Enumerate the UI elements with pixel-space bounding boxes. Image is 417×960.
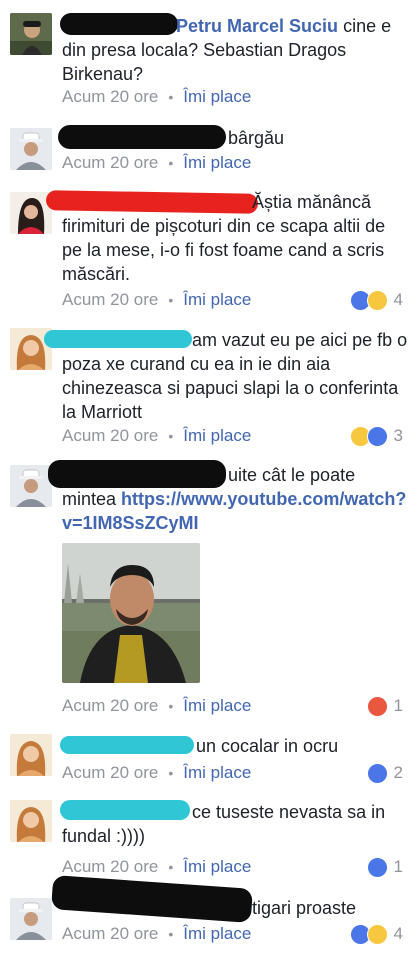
comment-text: Petru Marcel Suciu cine e din presa loca… <box>62 14 410 86</box>
reaction-summary[interactable]: 4 <box>349 923 403 945</box>
reaction-count: 1 <box>393 857 403 876</box>
reaction-summary[interactable]: 1 <box>366 695 403 717</box>
timestamp[interactable]: Acum 20 ore <box>62 857 158 876</box>
separator-dot: • <box>168 155 174 171</box>
timestamp[interactable]: Acum 20 ore <box>62 763 158 782</box>
comment-meta: Acum 20 ore • Îmi place <box>62 762 251 784</box>
reaction-count: 4 <box>393 290 403 309</box>
separator-dot: • <box>168 428 174 444</box>
reaction-count: 4 <box>393 924 403 943</box>
comment-meta: Acum 20 ore • Îmi place <box>62 425 251 447</box>
like-reaction-icon <box>366 856 388 878</box>
like-button[interactable]: Îmi place <box>183 87 251 106</box>
comment-body: bârgău <box>228 128 285 148</box>
timestamp[interactable]: Acum 20 ore <box>62 290 158 309</box>
like-button[interactable]: Îmi place <box>183 426 251 445</box>
comment-body: un cocalar in ocru <box>196 736 339 756</box>
avatar[interactable] <box>10 734 52 776</box>
separator-dot: • <box>168 698 174 714</box>
comment-meta: Acum 20 ore • Îmi place <box>62 695 251 717</box>
comment-text: ce tuseste nevasta sa in fundal :)))) <box>62 800 410 848</box>
reaction-summary[interactable]: 4 <box>349 289 403 311</box>
angry-reaction-icon <box>366 695 388 717</box>
separator-dot: • <box>168 859 174 875</box>
comment-text: tigari proaste <box>62 896 410 920</box>
comment-text: Ăștia mănâncă firimituri de pișcoturi di… <box>62 190 410 286</box>
avatar[interactable] <box>10 800 52 842</box>
like-button[interactable]: Îmi place <box>183 290 251 309</box>
separator-dot: • <box>168 292 174 308</box>
comment-meta: Acum 20 ore • Îmi place <box>62 86 251 108</box>
comment-text: un cocalar in ocru <box>62 734 410 758</box>
separator-dot: • <box>168 89 174 105</box>
reaction-count: 3 <box>393 426 403 445</box>
comment-meta: Acum 20 ore • Îmi place <box>62 152 251 174</box>
comment-meta: Acum 20 ore • Îmi place <box>62 289 251 311</box>
reaction-count: 2 <box>393 763 403 782</box>
timestamp[interactable]: Acum 20 ore <box>62 153 158 172</box>
like-reaction-icon <box>366 425 388 447</box>
comment-body: am vazut eu pe aici pe fb o poza xe cura… <box>62 330 408 422</box>
comment-text: uite cât le poate mintea https://www.you… <box>62 463 410 535</box>
timestamp[interactable]: Acum 20 ore <box>62 924 158 943</box>
timestamp[interactable]: Acum 20 ore <box>62 696 158 715</box>
like-button[interactable]: Îmi place <box>183 924 251 943</box>
timestamp[interactable]: Acum 20 ore <box>62 87 158 106</box>
like-button[interactable]: Îmi place <box>183 153 251 172</box>
haha-reaction-icon <box>366 289 388 311</box>
comment-text: am vazut eu pe aici pe fb o poza xe cura… <box>62 328 410 424</box>
comment-body: ce tuseste nevasta sa in fundal :)))) <box>62 802 386 846</box>
separator-dot: • <box>168 765 174 781</box>
avatar[interactable] <box>10 898 52 940</box>
avatar[interactable] <box>10 13 52 55</box>
comment-body: tigari proaste <box>252 898 357 918</box>
separator-dot: • <box>168 926 174 942</box>
avatar[interactable] <box>10 128 52 170</box>
timestamp[interactable]: Acum 20 ore <box>62 426 158 445</box>
like-button[interactable]: Îmi place <box>183 763 251 782</box>
like-reaction-icon <box>366 762 388 784</box>
reaction-summary[interactable]: 1 <box>366 856 403 878</box>
haha-reaction-icon <box>366 923 388 945</box>
like-button[interactable]: Îmi place <box>183 696 251 715</box>
comment-author[interactable]: Petru Marcel Suciu <box>176 16 338 36</box>
comment-text: bârgău <box>62 126 410 150</box>
avatar[interactable] <box>10 465 52 507</box>
reaction-summary[interactable]: 2 <box>366 762 403 784</box>
comment-body: Ăștia mănâncă firimituri de pișcoturi di… <box>62 192 386 284</box>
comment-meta: Acum 20 ore • Îmi place <box>62 923 251 945</box>
attached-photo[interactable] <box>62 543 200 683</box>
like-button[interactable]: Îmi place <box>183 857 251 876</box>
reaction-summary[interactable]: 3 <box>349 425 403 447</box>
reaction-count: 1 <box>393 696 403 715</box>
comment-meta: Acum 20 ore • Îmi place <box>62 856 251 878</box>
